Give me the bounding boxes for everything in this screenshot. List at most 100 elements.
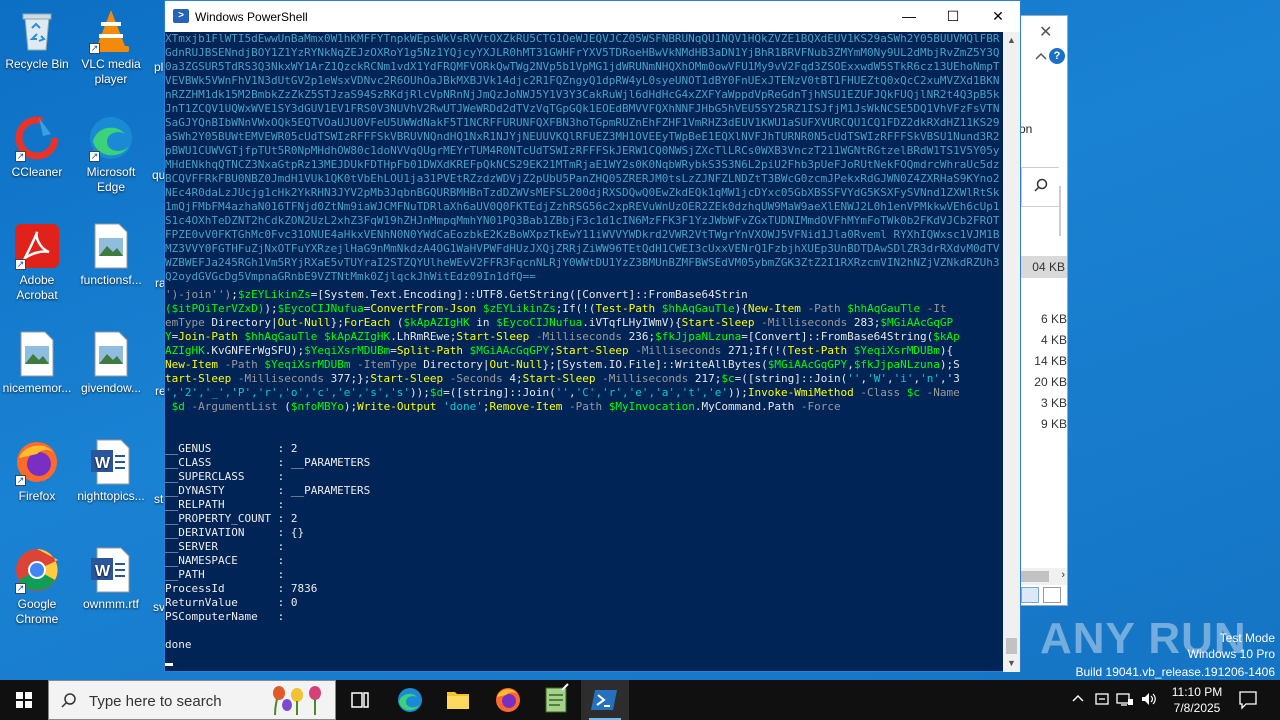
background-explorer-window[interactable]: ✕ ? on 04 KB 6 KB 4 KB 14 KB 20 KB 3 KB … (1018, 15, 1068, 606)
scroll-thumb[interactable] (1019, 571, 1049, 582)
volume-icon[interactable] (1140, 691, 1158, 710)
taskbar-clock[interactable]: 11:10 PM 7/8/2025 (1162, 684, 1232, 716)
svg-text:W: W (95, 455, 111, 472)
taskbar: Type here to search 11:10 PM 7/8/2025 (0, 680, 1280, 720)
chevron-right-icon[interactable]: › (1061, 569, 1065, 581)
taskbar-notepad-button[interactable] (532, 680, 580, 720)
code-token: =([string]::Join( (734, 372, 848, 385)
details-view-icon[interactable] (1021, 587, 1039, 603)
size-cell: 14 KB (1034, 354, 1067, 368)
close-button[interactable]: ✕ (975, 1, 1021, 32)
code-token: $d (429, 386, 444, 399)
network-icon[interactable] (1116, 691, 1134, 710)
code-token: Remove-Item (489, 400, 563, 413)
image-file-icon (87, 330, 135, 378)
console-output[interactable]: XTmxjb1FlWTI5dEwwUnBaMmx0W1hKMFFYTnpkWEp… (165, 32, 1005, 672)
desktop-icon-givendow[interactable]: givendow... (74, 330, 148, 396)
desktop-icon-vlc[interactable]: ↗ VLC media player (74, 6, 148, 87)
large-icons-view-icon[interactable] (1043, 587, 1061, 603)
chevron-up-icon[interactable] (1072, 692, 1084, 707)
output-line: __NAMESPACE : (165, 554, 285, 567)
code-token: ForEach (343, 316, 391, 329)
task-view-button[interactable] (336, 680, 384, 720)
desktop-icon-nighttopics[interactable]: W nighttopics... (74, 438, 148, 504)
chevron-up-icon[interactable] (1033, 49, 1049, 61)
taskbar-edge-button[interactable] (386, 680, 434, 720)
security-icon[interactable] (1094, 691, 1110, 710)
taskbar-firefox-button[interactable] (484, 680, 532, 720)
code-token: , (569, 386, 576, 399)
code-token: ){ (734, 302, 748, 315)
code-token: Out-Null (277, 316, 331, 329)
close-icon[interactable]: ✕ (1039, 22, 1052, 42)
firefox-icon: ↗ (13, 438, 61, 486)
code-token: $YeqiXsrMDUBm (304, 344, 391, 357)
desktop-icon-label: ownmm.rtf (82, 597, 139, 611)
scroll-up-icon[interactable]: ▲ (1003, 32, 1020, 49)
code-token: ; (231, 288, 238, 301)
horizontal-scrollbar[interactable]: › (1019, 568, 1067, 585)
code-line: emType Directory|Out-Null};ForEach ($kAp… (165, 316, 1005, 330)
code-token: $hhAqGauTle (840, 302, 921, 315)
code-token: Start-Sleep (681, 316, 755, 329)
code-token: $hhAqGauTle (655, 302, 735, 315)
code-token: 'C','r','e','a','t','e' (575, 386, 728, 399)
code-token: $MGiAAcGqGPY (463, 344, 550, 357)
title-bar[interactable]: > Windows PowerShell — ☐ ✕ (165, 1, 1020, 32)
wmi-result: __GENUS : 2 __CLASS : __PARAMETERS __SUPER… (165, 442, 1005, 624)
desktop-icon-label: Google Chrome (15, 597, 59, 626)
code-token: Invoke-WmiMethod (747, 386, 854, 399)
image-file-icon (87, 222, 135, 270)
code-token: -Milliseconds (529, 330, 622, 343)
script-code: ')-join'');$zEYLikinZs=[System.Text.Enco… (165, 288, 1005, 414)
taskbar-powershell-button[interactable] (581, 680, 629, 720)
code-token: New-Item (165, 358, 218, 371)
desktop-icon-firefox[interactable]: ↗ Firefox (0, 438, 74, 504)
code-token: ); (264, 302, 278, 315)
code-token: Start-Sleep (522, 372, 596, 385)
code-token: .iVTqfLHyIWmV){ (582, 316, 682, 329)
output-line: __SERVER : (165, 540, 285, 553)
start-button[interactable] (0, 680, 48, 720)
code-token: )); (410, 386, 430, 399)
taskbar-file-explorer-button[interactable] (434, 680, 482, 720)
chrome-icon: ↗ (13, 546, 61, 594)
vertical-scrollbar[interactable]: ▲ ▼ (1003, 32, 1020, 672)
size-cell-highlighted: 04 KB (1019, 256, 1067, 278)
image-file-icon (13, 330, 61, 378)
code-token: '' (555, 386, 570, 399)
powershell-window[interactable]: > Windows PowerShell — ☐ ✕ XTmxjb1FlWTI5… (164, 0, 1021, 672)
search-placeholder: Type here to search (89, 693, 222, 710)
scrollbar[interactable] (1059, 186, 1061, 236)
code-token: );S (939, 358, 960, 371)
minimize-button[interactable]: — (886, 1, 932, 32)
code-token: -ItemType (350, 358, 417, 371)
code-token: $zEYLikinZs (476, 302, 556, 315)
code-token: =([string]::Join( (443, 386, 556, 399)
desktop-icon-google-chrome[interactable]: ↗ Google Chrome (0, 546, 74, 627)
search-icon (1034, 178, 1048, 197)
size-cell: 6 KB (1040, 312, 1067, 326)
code-token: $fkJjpaNLzuna (655, 330, 742, 343)
search-box[interactable] (1021, 167, 1059, 207)
desktop-icon-adobe-acrobat[interactable]: ↗ Adobe Acrobat (0, 222, 74, 303)
desktop-icon-recycle-bin[interactable]: Recycle Bin (0, 6, 74, 72)
code-line: AZIgHK.KvGNFErWgSFU);$YeqiXsrMDUBm=Split… (165, 344, 1005, 358)
powershell-icon: > (173, 9, 189, 23)
desktop-icon-functionsf[interactable]: functionsf... (74, 222, 148, 288)
code-token: Out-Null (489, 358, 543, 371)
code-token: Y (165, 330, 172, 343)
scroll-down-icon[interactable]: ▼ (1003, 655, 1020, 672)
notifications-button[interactable] (1234, 680, 1264, 720)
desktop-icon-ccleaner[interactable]: ↗ CCleaner (0, 114, 74, 180)
taskbar-search-box[interactable]: Type here to search (48, 680, 336, 720)
desktop-icon-edge[interactable]: ↗ Microsoft Edge (74, 114, 148, 195)
scroll-thumb[interactable] (1006, 638, 1017, 654)
desktop-icon-ownmm[interactable]: W ownmm.rtf (74, 546, 148, 612)
help-icon[interactable]: ? (1049, 48, 1065, 64)
code-token: 236; (622, 330, 656, 343)
desktop-icon-label: Firefox (18, 489, 56, 503)
maximize-button[interactable]: ☐ (930, 1, 976, 32)
desktop-icon-nicememor[interactable]: nicememor... (0, 330, 74, 396)
ribbon-text: on (1019, 122, 1033, 136)
